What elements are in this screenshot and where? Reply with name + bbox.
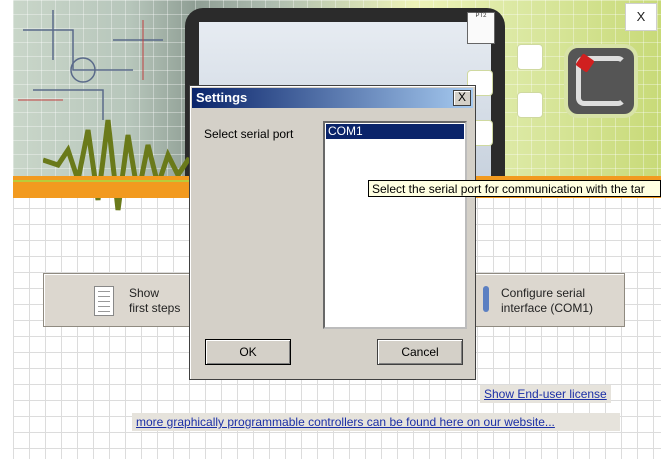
ok-button[interactable]: OK <box>205 339 291 365</box>
end-user-license-link[interactable]: Show End-user license <box>480 385 611 403</box>
serial-plug-icon <box>480 286 492 312</box>
configure-serial-button[interactable]: Configure serial interface (COM1) <box>463 273 625 327</box>
dialog-close-button[interactable]: X <box>453 90 471 106</box>
port-option-com1[interactable]: COM1 <box>326 124 464 139</box>
cancel-button[interactable]: Cancel <box>377 339 463 365</box>
app-logo <box>564 44 638 118</box>
dialog-title: Settings <box>196 90 248 105</box>
first-steps-line2: first steps <box>129 301 181 315</box>
document-icon <box>94 286 114 316</box>
show-first-steps-button[interactable]: Show first steps <box>43 273 195 327</box>
port-tooltip: Select the serial port for communication… <box>368 180 661 197</box>
serial-port-list[interactable]: COM1 <box>323 121 467 329</box>
first-steps-line1: Show <box>129 286 160 300</box>
settings-dialog: Settings X Select serial port COM1 OK Ca… <box>189 85 476 380</box>
website-link[interactable]: more graphically programmable controller… <box>132 413 620 431</box>
pt2-device-icon: PT2 <box>467 12 495 44</box>
serial-port-label: Select serial port <box>204 127 294 141</box>
node-tile <box>517 92 543 118</box>
dialog-titlebar: Settings X <box>192 88 473 108</box>
node-tile <box>517 44 543 70</box>
configure-line2: interface (COM1) <box>501 301 594 315</box>
close-button[interactable]: X <box>625 3 657 31</box>
pt2-icon-label: PT2 <box>475 13 487 19</box>
configure-line1: Configure serial <box>501 286 586 300</box>
